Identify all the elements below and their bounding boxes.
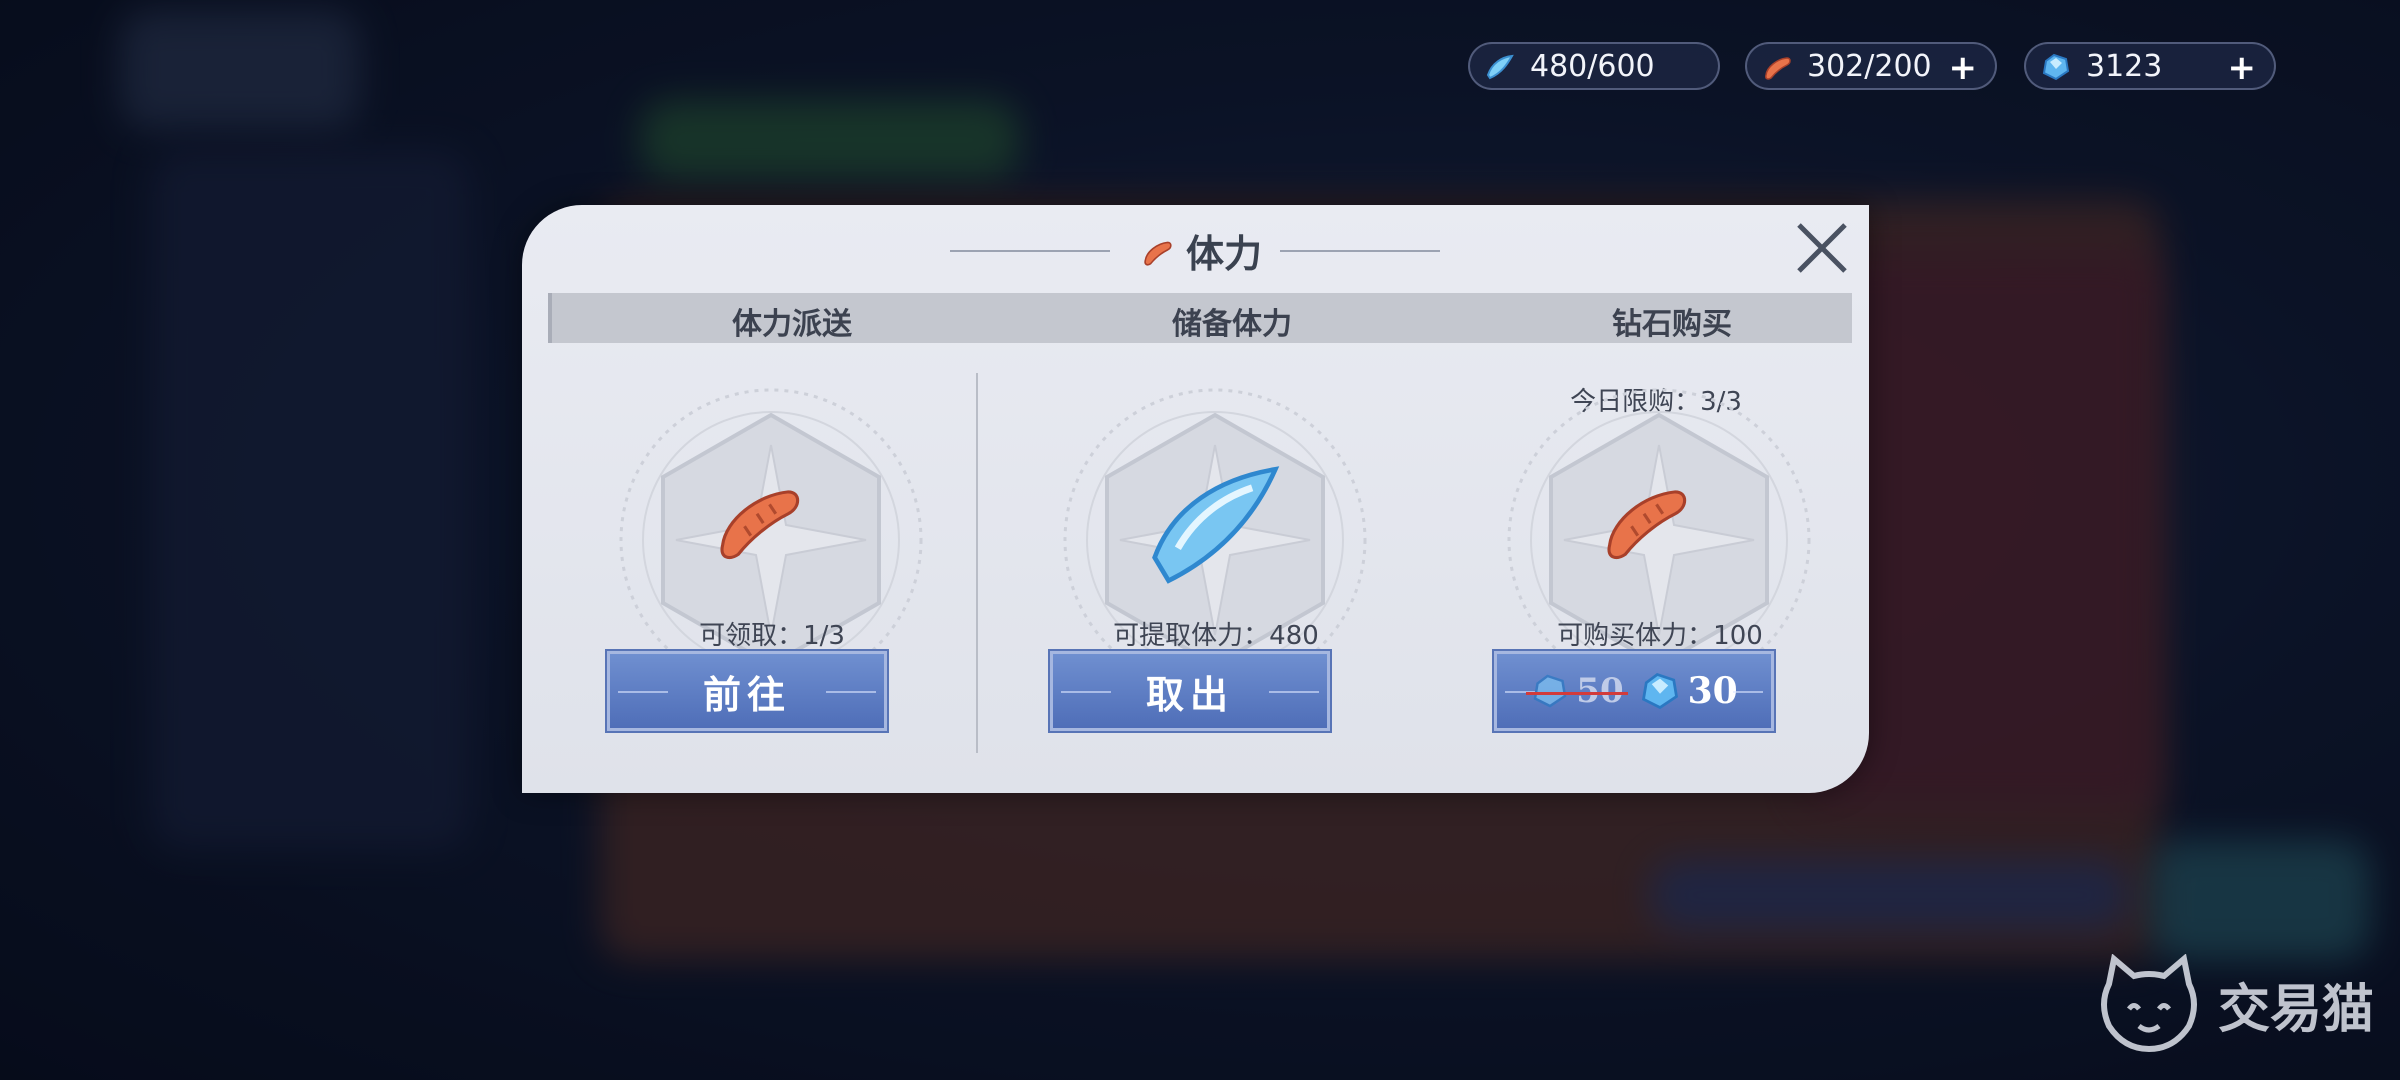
add-diamond-plus-icon[interactable]: + — [2228, 48, 2257, 88]
column-divider — [976, 373, 978, 753]
stamina-dialog: 体力 体力派送 储备体力 钻石购买 可领取：1/3 前往 可提取体力：480 取… — [522, 205, 1869, 793]
purchasable-stamina: 可购买体力：100 — [1557, 621, 1763, 651]
watermark: 交易猫 — [2094, 954, 2374, 1054]
sausage-icon — [720, 490, 800, 560]
discount-price: 30 — [1687, 670, 1738, 712]
claimable-count: 可领取：1/3 — [699, 621, 845, 651]
column-header-reserve: 储备体力 — [1172, 307, 1292, 342]
sausage-icon — [1607, 490, 1687, 560]
column-header-row: 体力派送 储备体力 钻石购买 — [548, 293, 1852, 343]
title-ornament-left — [950, 250, 1110, 252]
column-header-diamond-buy: 钻石购买 — [1612, 307, 1732, 342]
diamond-counter[interactable]: 3123 + — [2024, 42, 2276, 90]
blue-crystal-icon — [1152, 466, 1280, 584]
title-ornament-right — [1280, 250, 1440, 252]
blue-crystal-icon — [1486, 54, 1514, 80]
diamond-value: 3123 — [2086, 48, 2163, 84]
watermark-text: 交易猫 — [2217, 979, 2374, 1040]
withdrawable-stamina: 可提取体力：480 — [1113, 621, 1319, 651]
diamond-buy-button[interactable]: 50 30 — [1492, 649, 1776, 733]
stamina-crystal-counter[interactable]: 480/600 — [1468, 42, 1720, 90]
withdraw-button-label: 取出 — [1145, 671, 1234, 717]
diamond-icon — [2042, 53, 2070, 81]
close-icon[interactable] — [1787, 213, 1857, 283]
go-button[interactable]: 前往 — [605, 649, 889, 733]
diamond-icon — [1641, 672, 1678, 710]
stamina-value: 302/200 — [1807, 48, 1932, 84]
cat-logo-icon — [2100, 954, 2197, 1053]
original-price: 50 — [1525, 671, 1628, 711]
column-header-delivery: 体力派送 — [732, 307, 852, 342]
sausage-icon — [1144, 241, 1172, 266]
withdraw-button[interactable]: 取出 — [1048, 649, 1332, 733]
stamina-crystal-value: 480/600 — [1530, 48, 1655, 84]
stamina-counter[interactable]: 302/200 + — [1745, 42, 1997, 90]
sausage-icon — [1765, 57, 1791, 80]
add-stamina-plus-icon[interactable]: + — [1949, 48, 1978, 88]
dialog-title: 体力 — [1186, 231, 1263, 276]
go-button-label: 前往 — [702, 671, 791, 717]
